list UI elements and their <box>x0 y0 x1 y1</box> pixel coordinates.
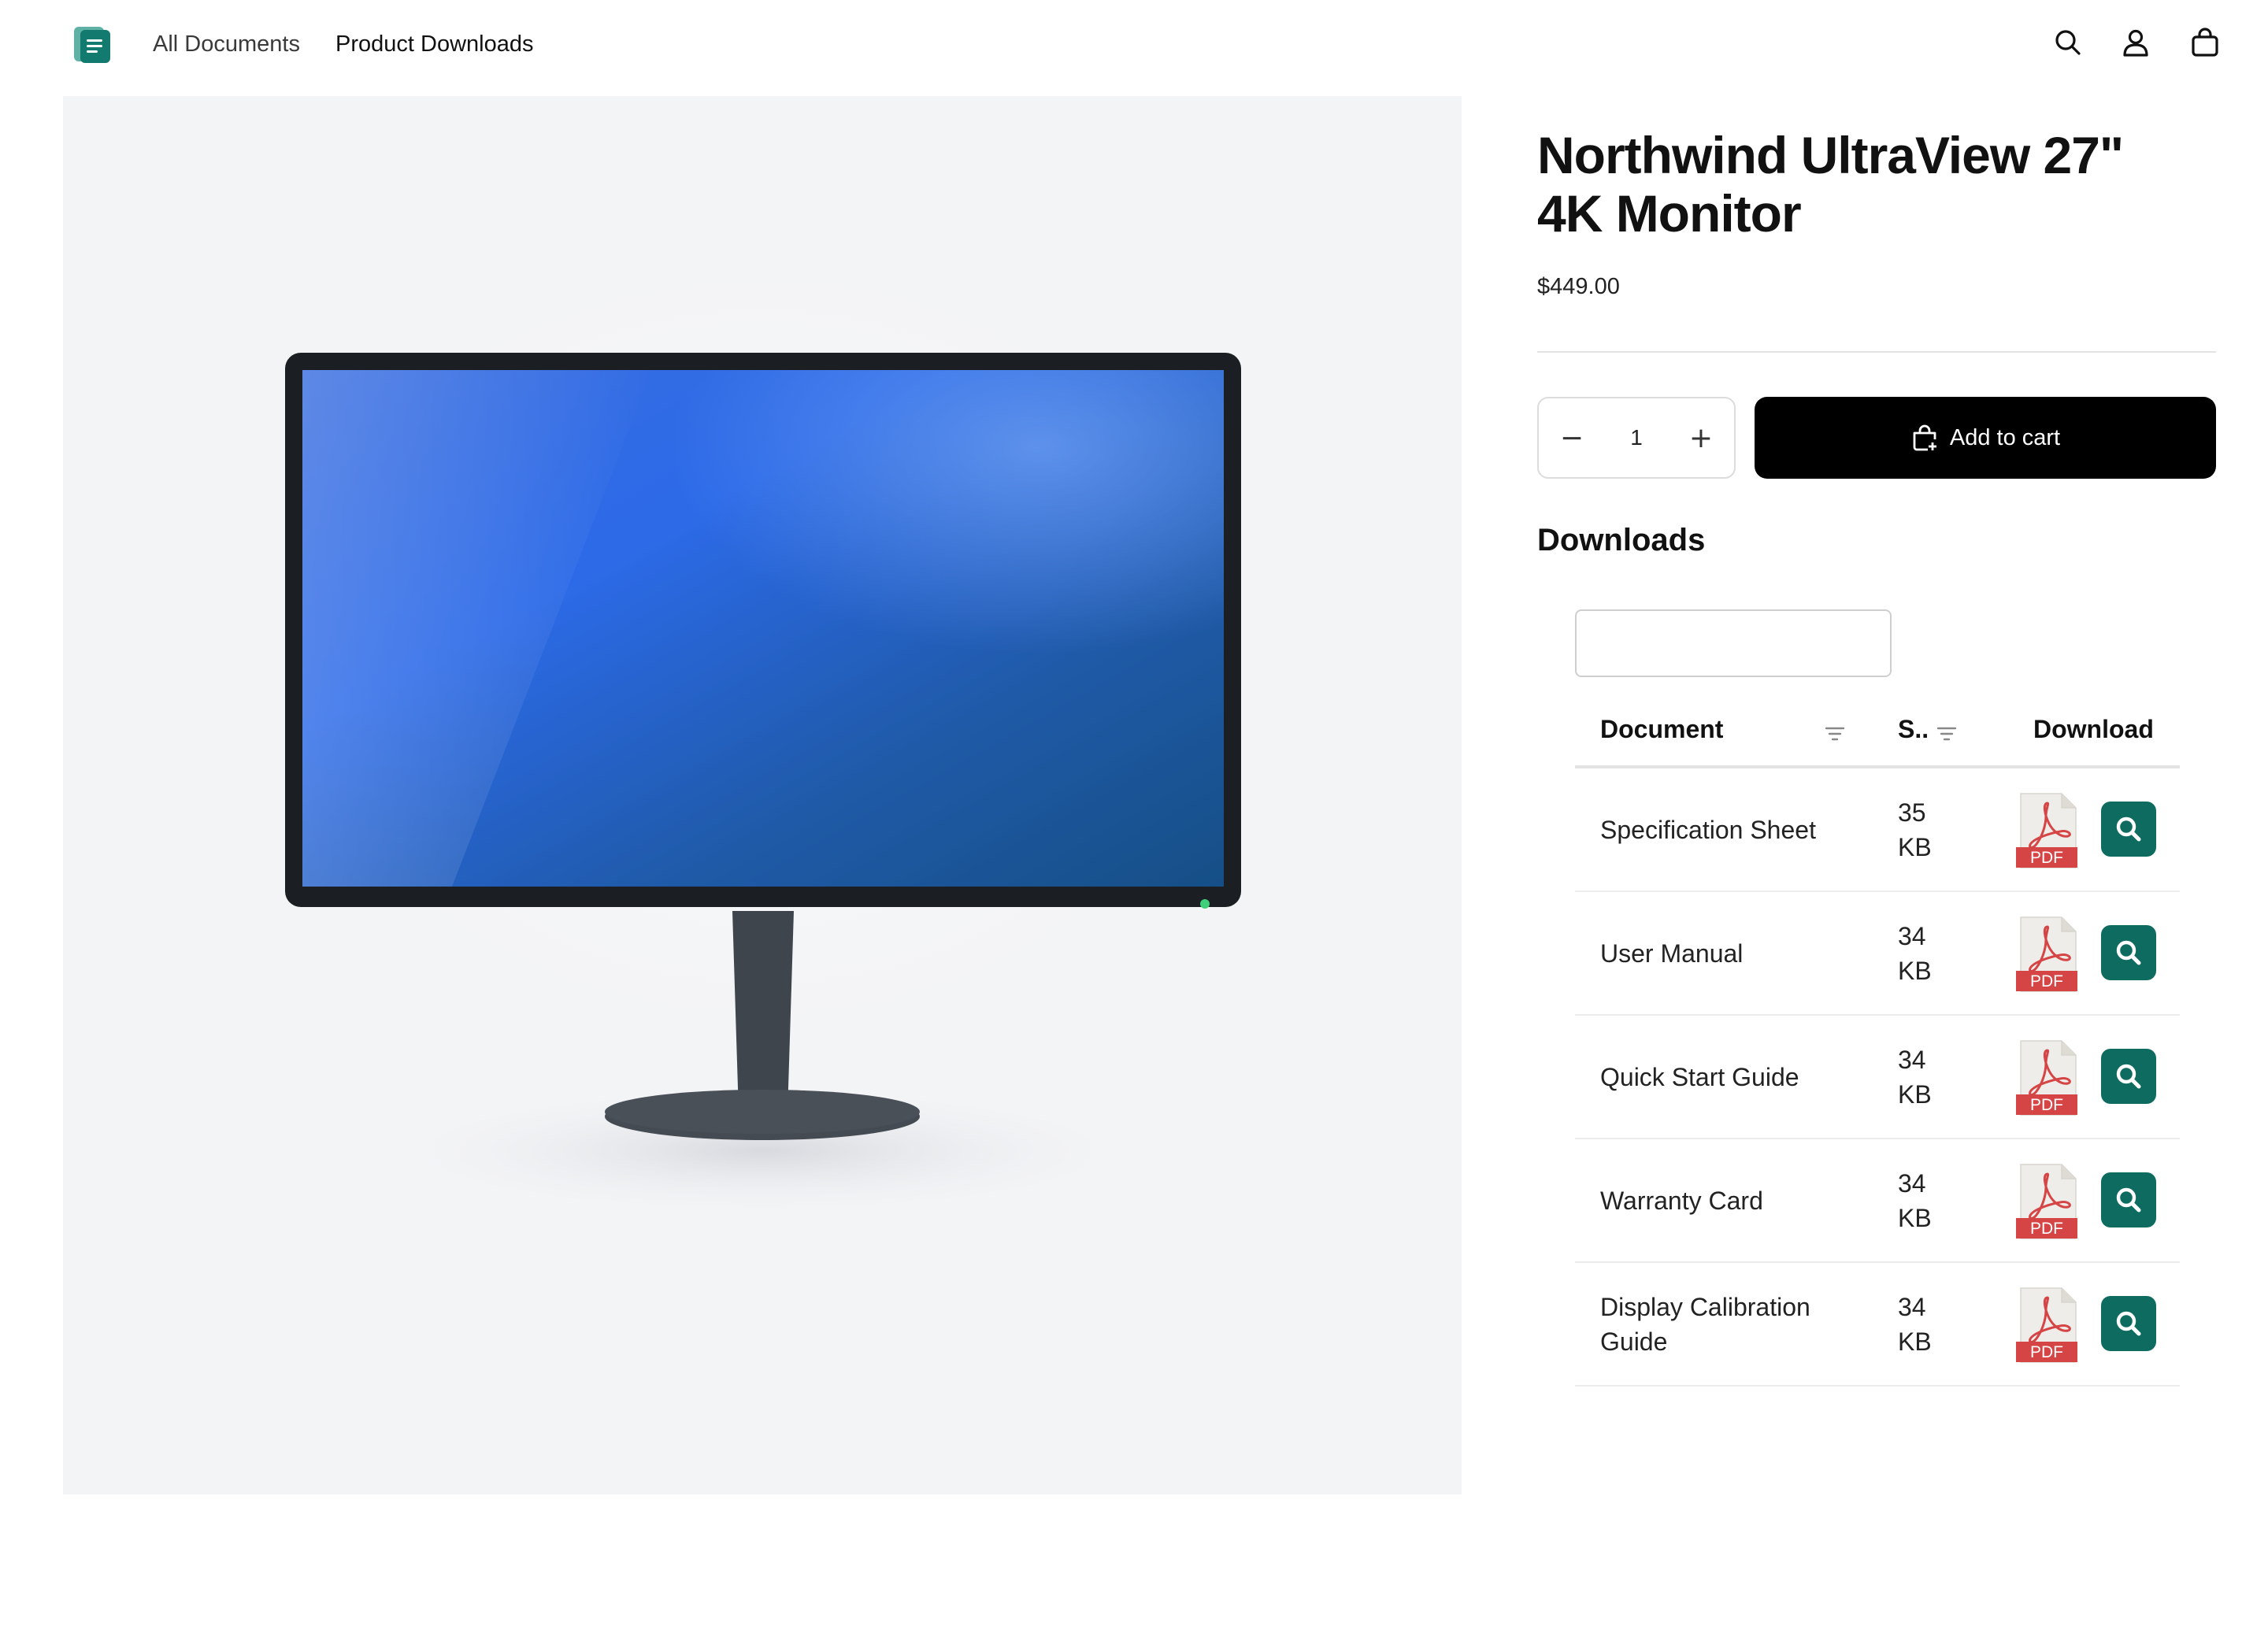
magnifier-icon <box>2116 1187 2141 1213</box>
filter-icon[interactable] <box>1824 723 1846 745</box>
pdf-download-icon[interactable]: PDF <box>2016 1039 2077 1116</box>
pdf-download-icon[interactable]: PDF <box>2016 1163 2077 1240</box>
site-header: All Documents Product Downloads <box>0 0 2268 88</box>
add-to-cart-icon <box>1913 424 1936 451</box>
view-document-button[interactable] <box>2101 1172 2156 1227</box>
pdf-download-icon[interactable]: PDF <box>2016 792 2077 869</box>
divider <box>1537 351 2216 353</box>
cart-icon[interactable] <box>2189 27 2221 58</box>
table-row: User Manual 34 KB PDF <box>1575 892 2180 1016</box>
magnifier-icon <box>2116 1311 2141 1336</box>
downloads-search <box>1575 609 1908 677</box>
product-info: Northwind UltraView 27" 4K Monitor $449.… <box>1537 126 2216 300</box>
increase-quantity-button[interactable]: + <box>1668 398 1734 477</box>
column-header-document[interactable]: Document <box>1600 715 1723 744</box>
document-size: 35 KB <box>1898 798 1932 861</box>
pdf-download-icon[interactable]: PDF <box>2016 916 2077 993</box>
product-image[interactable] <box>63 96 1462 1494</box>
document-size: 34 KB <box>1898 1045 1932 1109</box>
pdf-label: PDF <box>2030 849 2063 867</box>
search-icon[interactable] <box>2052 27 2084 58</box>
add-to-cart-button[interactable]: Add to cart <box>1755 397 2216 479</box>
table-row: Specification Sheet 35 KB PDF <box>1575 768 2180 892</box>
pdf-label: PDF <box>2030 972 2063 990</box>
column-header-size[interactable]: S.. <box>1898 715 1929 744</box>
table-header: Document S.. Download <box>1575 701 2180 768</box>
decrease-quantity-button[interactable]: − <box>1539 398 1605 477</box>
view-document-button[interactable] <box>2101 1049 2156 1104</box>
pdf-label: PDF <box>2030 1096 2063 1114</box>
downloads-heading: Downloads <box>1537 523 1706 557</box>
document-name: Quick Start Guide <box>1600 1062 1799 1091</box>
logo-icon[interactable] <box>72 25 112 65</box>
view-document-button[interactable] <box>2101 1296 2156 1351</box>
nav-all-documents[interactable]: All Documents <box>153 30 300 58</box>
pdf-label: PDF <box>2030 1220 2063 1238</box>
product-price: $449.00 <box>1537 274 1620 299</box>
quantity-stepper: − + <box>1537 397 1736 479</box>
document-name: Warranty Card <box>1600 1186 1763 1215</box>
magnifier-icon <box>2116 1064 2141 1089</box>
pdf-download-icon[interactable]: PDF <box>2016 1287 2077 1364</box>
document-name: Display Calibration Guide <box>1600 1292 1810 1356</box>
document-name: Specification Sheet <box>1600 815 1816 844</box>
document-size: 34 KB <box>1898 921 1932 985</box>
pdf-label: PDF <box>2030 1343 2063 1361</box>
view-document-button[interactable] <box>2101 925 2156 980</box>
column-header-download: Download <box>2033 715 2154 743</box>
table-row: Quick Start Guide 34 KB PDF <box>1575 1016 2180 1139</box>
table-row: Display Calibration Guide 34 KB PDF <box>1575 1263 2180 1387</box>
nav-product-downloads[interactable]: Product Downloads <box>335 30 533 58</box>
magnifier-icon <box>2116 940 2141 965</box>
document-name: User Manual <box>1600 939 1744 968</box>
downloads-search-input[interactable] <box>1621 630 1908 657</box>
quantity-input[interactable] <box>1611 424 1662 451</box>
table-row: Warranty Card 34 KB PDF <box>1575 1139 2180 1263</box>
view-document-button[interactable] <box>2101 802 2156 857</box>
downloads-table: Document S.. Download Specification Shee… <box>1575 701 2180 1387</box>
account-icon[interactable] <box>2120 27 2151 58</box>
add-to-cart-label: Add to cart <box>1949 424 2061 450</box>
document-size: 34 KB <box>1898 1292 1932 1356</box>
magnifier-icon <box>2116 816 2141 842</box>
filter-icon[interactable] <box>1936 723 1958 745</box>
product-title: Northwind UltraView 27" 4K Monitor <box>1537 126 2124 243</box>
document-size: 34 KB <box>1898 1168 1932 1232</box>
